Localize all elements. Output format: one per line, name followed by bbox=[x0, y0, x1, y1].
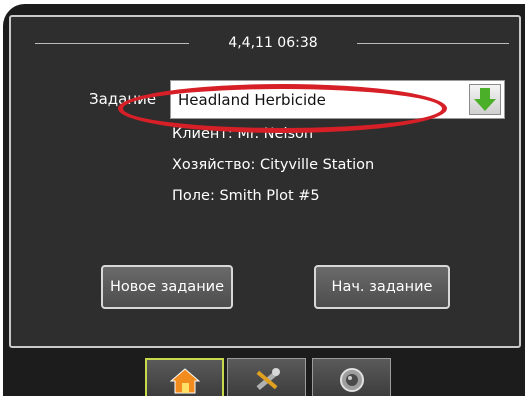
field-info: Поле: Smith Plot #5 bbox=[172, 188, 320, 204]
title-divider-right bbox=[357, 43, 509, 44]
farm-info: Хозяйство: Cityville Station bbox=[172, 157, 375, 173]
camera-icon bbox=[339, 368, 364, 392]
device-screen: 4,4,11 06:38 Задание Headland Herbicide … bbox=[3, 4, 525, 396]
title-divider-left bbox=[35, 43, 189, 44]
job-label: Задание bbox=[89, 90, 157, 108]
bottom-tab-bar bbox=[3, 352, 525, 396]
tools-icon bbox=[256, 368, 280, 391]
job-select[interactable]: Headland Herbicide bbox=[170, 80, 505, 119]
tab-camera[interactable] bbox=[312, 358, 391, 396]
client-info: Клиент: Mr. Nelson bbox=[172, 126, 314, 142]
dropdown-button[interactable] bbox=[469, 84, 501, 115]
date-time: 4,4,11 06:38 bbox=[228, 35, 318, 51]
tab-home[interactable] bbox=[145, 358, 224, 396]
home-icon bbox=[169, 368, 200, 394]
new-job-button[interactable]: Новое задание bbox=[101, 265, 233, 309]
job-panel: 4,4,11 06:38 Задание Headland Herbicide … bbox=[9, 15, 521, 348]
tab-tools[interactable] bbox=[227, 358, 306, 396]
arrow-down-icon bbox=[474, 88, 496, 111]
start-job-button[interactable]: Нач. задание bbox=[314, 265, 450, 309]
job-select-value: Headland Herbicide bbox=[178, 91, 326, 109]
